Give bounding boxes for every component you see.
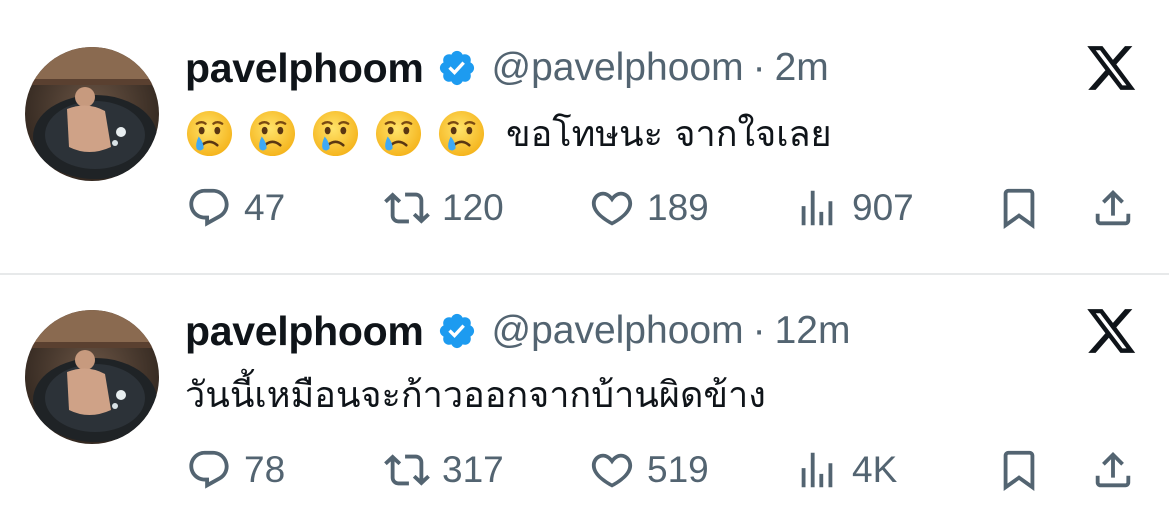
speech-bubble-icon: [186, 185, 232, 231]
crying-face-icon: [185, 109, 234, 158]
reply-count: 78: [244, 449, 286, 490]
tweet-header: pavelphoom @pavelphoom · 2m: [185, 43, 829, 93]
verified-badge-icon[interactable]: [437, 311, 477, 351]
like-button[interactable]: 519: [589, 445, 709, 495]
avatar[interactable]: [25, 47, 159, 181]
like-count: 519: [647, 449, 709, 490]
verified-badge-icon[interactable]: [437, 48, 477, 88]
retweet-button[interactable]: 317: [384, 445, 504, 495]
crying-face-icon: [248, 109, 297, 158]
x-logo-icon[interactable]: [1087, 309, 1137, 355]
user-handle[interactable]: @pavelphoom: [491, 309, 743, 353]
timestamp[interactable]: 12m: [775, 309, 851, 353]
retweet-arrows-icon: [384, 447, 430, 493]
retweet-button[interactable]: 120: [384, 183, 504, 233]
bar-chart-icon: [794, 185, 840, 231]
share-upload-icon: [1090, 447, 1136, 493]
bookmark-icon: [996, 185, 1042, 231]
retweet-count: 317: [442, 449, 504, 490]
like-button[interactable]: 189: [589, 183, 709, 233]
reply-count: 47: [244, 187, 286, 228]
reply-button[interactable]: 47: [186, 183, 285, 233]
timestamp[interactable]: 2m: [775, 46, 829, 90]
view-count: 907: [852, 187, 914, 228]
views-button[interactable]: 907: [794, 183, 914, 233]
tweet-body: ขอโทษนะ จากใจเลย: [506, 113, 832, 155]
crying-face-icon: [374, 109, 423, 158]
tweet-text: ขอโทษนะ จากใจเลย: [185, 107, 832, 159]
bar-chart-icon: [794, 447, 840, 493]
tweet-body: วันนี้เหมือนจะก้าวออกจากบ้านผิดข้าง: [185, 374, 766, 416]
display-name[interactable]: pavelphoom: [185, 45, 424, 92]
speech-bubble-icon: [186, 447, 232, 493]
avatar[interactable]: [25, 310, 159, 444]
tweet-text: วันนี้เหมือนจะก้าวออกจากบ้านผิดข้าง: [185, 368, 766, 420]
views-button[interactable]: 4K: [794, 445, 897, 495]
separator-dot: ·: [752, 46, 766, 89]
separator-dot: ·: [752, 309, 766, 352]
share-button[interactable]: [1090, 445, 1136, 495]
bookmark-icon: [996, 447, 1042, 493]
avatar-image: [25, 47, 159, 181]
bookmark-button[interactable]: [996, 445, 1042, 495]
tweet-header: pavelphoom @pavelphoom · 12m: [185, 306, 850, 356]
heart-icon: [589, 185, 635, 231]
retweet-count: 120: [442, 187, 504, 228]
share-button[interactable]: [1090, 183, 1136, 233]
action-bar: 47 120 189 907: [0, 183, 1169, 233]
like-count: 189: [647, 187, 709, 228]
display-name[interactable]: pavelphoom: [185, 308, 424, 355]
action-bar: 78 317 519 4K: [0, 445, 1169, 495]
bookmark-button[interactable]: [996, 183, 1042, 233]
crying-face-icon: [437, 109, 486, 158]
crying-face-icon: [311, 109, 360, 158]
share-upload-icon: [1090, 185, 1136, 231]
reply-button[interactable]: 78: [186, 445, 285, 495]
user-handle[interactable]: @pavelphoom: [491, 46, 743, 90]
view-count: 4K: [852, 449, 898, 490]
tweet[interactable]: pavelphoom @pavelphoom · 2m ขอโทษนะ จากใ…: [0, 0, 1169, 274]
x-logo-icon[interactable]: [1087, 46, 1137, 92]
tweet[interactable]: pavelphoom @pavelphoom · 12m วันนี้เหมือ…: [0, 275, 1169, 522]
avatar-image: [25, 310, 159, 444]
heart-icon: [589, 447, 635, 493]
retweet-arrows-icon: [384, 185, 430, 231]
